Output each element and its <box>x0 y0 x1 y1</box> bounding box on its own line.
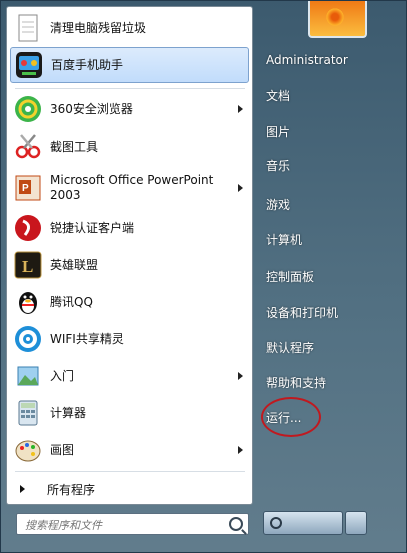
right-item-help-support[interactable]: 帮助和支持 <box>266 374 326 391</box>
menu-item-baidu-assistant[interactable]: 百度手机助手 <box>10 47 249 83</box>
submenu-arrow-icon <box>238 372 243 380</box>
menu-item-label: 腾讯QQ <box>50 294 93 309</box>
user-avatar[interactable] <box>308 1 367 38</box>
menu-item-wifi-share[interactable]: WIFI共享精灵 <box>10 321 249 357</box>
menu-item-label: 计算器 <box>50 405 87 420</box>
menu-item-ruijie[interactable]: 锐捷认证客户端 <box>10 210 249 246</box>
menu-item-clean-junk[interactable]: 清理电脑残留垃圾 <box>10 10 249 46</box>
paint-palette-icon <box>12 434 44 466</box>
menu-item-paint[interactable]: 画图 <box>10 432 249 468</box>
calculator-icon <box>12 397 44 429</box>
menu-item-label: 截图工具 <box>50 139 99 154</box>
submenu-arrow-icon <box>238 446 243 454</box>
right-item-user[interactable]: Administrator <box>266 53 348 67</box>
document-icon <box>12 12 44 44</box>
menu-item-powerpoint[interactable]: P Microsoft Office PowerPoint 2003 <box>10 167 249 209</box>
right-item-music[interactable]: 音乐 <box>266 157 290 174</box>
getting-started-icon <box>12 360 44 392</box>
svg-text:P: P <box>22 183 29 194</box>
menu-item-label: Microsoft Office PowerPoint 2003 <box>50 173 214 202</box>
right-item-computer[interactable]: 计算机 <box>266 231 302 248</box>
submenu-arrow-icon <box>238 105 243 113</box>
menu-item-qq[interactable]: 腾讯QQ <box>10 284 249 320</box>
menu-item-label: 画图 <box>50 442 75 457</box>
scissors-icon <box>12 131 44 163</box>
menu-item-calculator[interactable]: 计算器 <box>10 395 249 431</box>
right-item-devices-printers[interactable]: 设备和打印机 <box>266 304 338 321</box>
submenu-arrow-icon <box>238 184 243 192</box>
right-item-default-programs[interactable]: 默认程序 <box>266 339 314 356</box>
right-item-documents[interactable]: 文档 <box>266 87 290 104</box>
menu-item-label: 360安全浏览器 <box>50 101 133 116</box>
right-item-games[interactable]: 游戏 <box>266 196 290 213</box>
search-input[interactable] <box>23 515 227 535</box>
svg-text:L: L <box>22 257 33 276</box>
all-programs-label: 所有程序 <box>47 482 96 497</box>
menu-item-label: WIFI共享精灵 <box>50 331 124 346</box>
search-icon[interactable] <box>229 517 243 531</box>
qq-penguin-icon <box>12 286 44 318</box>
start-menu: 清理电脑残留垃圾 百度手机助手 360安全浏览器 截图工具 P Microsof… <box>0 0 407 553</box>
shutdown-button[interactable] <box>263 511 343 535</box>
menu-item-label: 英雄联盟 <box>50 257 99 272</box>
right-item-control-panel[interactable]: 控制面板 <box>266 268 314 285</box>
all-programs-button[interactable]: 所有程序 <box>10 477 249 501</box>
menu-separator <box>15 471 245 472</box>
search-box[interactable] <box>16 513 249 535</box>
start-menu-left-panel: 清理电脑残留垃圾 百度手机助手 360安全浏览器 截图工具 P Microsof… <box>6 6 253 505</box>
annotation-circle <box>261 397 321 437</box>
wifi-icon <box>12 323 44 355</box>
powerpoint-icon: P <box>12 172 44 204</box>
menu-item-label: 锐捷认证客户端 <box>50 220 135 235</box>
menu-item-label: 百度手机助手 <box>51 57 124 72</box>
menu-item-league-of-legends[interactable]: L 英雄联盟 <box>10 247 249 283</box>
menu-item-label: 入门 <box>50 368 75 383</box>
shutdown-options-button[interactable] <box>345 511 367 535</box>
menu-item-getting-started[interactable]: 入门 <box>10 358 249 394</box>
baidu-phone-assistant-icon <box>13 49 45 81</box>
power-icon <box>270 517 282 529</box>
menu-item-label: 清理电脑残留垃圾 <box>50 20 147 35</box>
ruijie-icon <box>12 212 44 244</box>
league-of-legends-icon: L <box>12 249 44 281</box>
360-browser-icon <box>12 93 44 125</box>
menu-item-360-browser[interactable]: 360安全浏览器 <box>10 91 249 127</box>
expand-arrow-icon <box>20 485 25 493</box>
menu-separator <box>15 88 245 89</box>
right-item-pictures[interactable]: 图片 <box>266 123 290 140</box>
menu-item-snipping-tool[interactable]: 截图工具 <box>10 129 249 165</box>
